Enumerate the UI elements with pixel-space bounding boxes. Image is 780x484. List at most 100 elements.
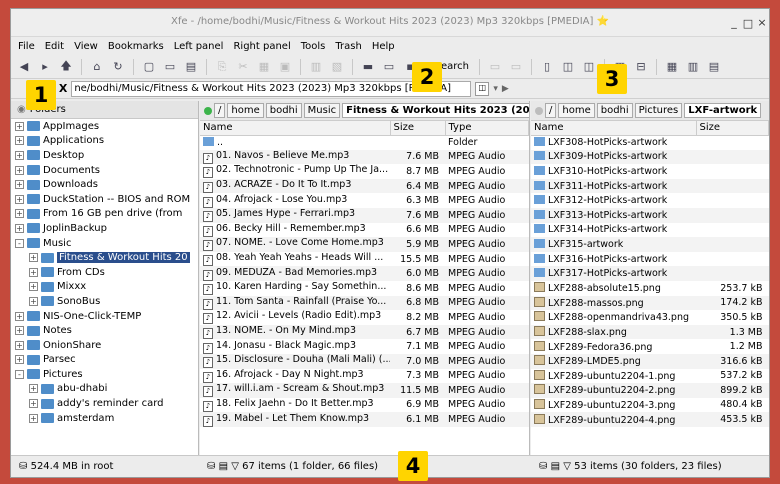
- expand-icon[interactable]: +: [29, 253, 38, 263]
- expand-icon[interactable]: +: [15, 340, 24, 350]
- table-row[interactable]: ♪ 06. Becky Hill - Remember.mp3 6.6 MB MPEG…: [200, 223, 529, 238]
- expand-icon[interactable]: +: [15, 223, 24, 233]
- tree-item[interactable]: + Documents: [11, 163, 198, 178]
- expand-icon[interactable]: +: [15, 194, 24, 204]
- table-row[interactable]: ♪ 15. Disclosure - Douha (Mali Mali) (...…: [200, 353, 529, 369]
- menu-tools[interactable]: Tools: [296, 41, 331, 52]
- close-button[interactable]: ×: [755, 16, 769, 29]
- tree-item[interactable]: + NIS-One-Click-TEMP: [11, 309, 198, 324]
- tree-item[interactable]: + Mixxx: [11, 280, 198, 295]
- table-row[interactable]: ♪ 14. Jonasu - Black Magic.mp3 7.1 MB MPEG …: [200, 339, 529, 354]
- table-row[interactable]: LXF311-HotPicks-artwork: [531, 178, 769, 194]
- menu-bookmarks[interactable]: Bookmarks: [103, 41, 169, 52]
- table-row[interactable]: ♪ 08. Yeah Yeah Yeahs - Heads Will ... 15.…: [200, 252, 529, 267]
- table-row[interactable]: LXF288-openmandriva43.png 350.5 kB: [531, 310, 769, 325]
- expand-icon[interactable]: +: [15, 136, 24, 146]
- history-icon[interactable]: ◫: [475, 81, 490, 96]
- forward-icon[interactable]: ▸: [36, 58, 54, 76]
- two-panel-icon[interactable]: ◫: [580, 58, 598, 76]
- collapse-icon[interactable]: -: [15, 238, 24, 248]
- tree-item[interactable]: + Parsec: [11, 353, 198, 368]
- tree-item[interactable]: + abu-dhabi: [11, 382, 198, 397]
- expand-icon[interactable]: +: [29, 282, 38, 292]
- breadcrumb-item[interactable]: Pictures: [634, 103, 683, 118]
- menu-trash[interactable]: Trash: [330, 41, 366, 52]
- menu-help[interactable]: Help: [367, 41, 400, 52]
- expand-icon[interactable]: +: [15, 355, 24, 365]
- column-size[interactable]: Size: [696, 121, 769, 136]
- table-row[interactable]: ♪ 18. Felix Jaehn - Do It Better.mp3 6.9 M…: [200, 398, 529, 413]
- table-row[interactable]: LXF317-HotPicks-artwork: [531, 266, 769, 281]
- table-row[interactable]: ♪ 04. Afrojack - Lose You.mp3 6.3 MB MPEG A…: [200, 193, 529, 208]
- tree-item[interactable]: + Notes: [11, 323, 198, 338]
- column-name[interactable]: Name: [531, 121, 697, 136]
- horizontal-panels-icon[interactable]: ⊟: [632, 58, 650, 76]
- expand-icon[interactable]: +: [29, 384, 38, 394]
- table-row[interactable]: LXF310-HotPicks-artwork: [531, 164, 769, 179]
- table-row[interactable]: ♪ 03. ACRAZE - Do It To It.mp3 6.4 MB MPEG …: [200, 178, 529, 194]
- table-row[interactable]: ♪ 07. NOME. - Love Come Home.mp3 5.9 MB MPE…: [200, 237, 529, 252]
- menu-file[interactable]: File: [13, 41, 40, 52]
- expand-icon[interactable]: +: [15, 165, 24, 175]
- table-row[interactable]: LXF313-HotPicks-artwork: [531, 207, 769, 223]
- table-row[interactable]: LXF289-ubuntu2204-2.png 899.2 kB: [531, 383, 769, 398]
- expand-icon[interactable]: +: [15, 150, 24, 160]
- column-size[interactable]: Size: [390, 121, 446, 136]
- mount-icon[interactable]: ▭: [507, 58, 525, 76]
- history-dropdown-icon[interactable]: ▾: [493, 84, 498, 94]
- expand-icon[interactable]: +: [15, 326, 24, 336]
- paste-icon[interactable]: ▦: [255, 58, 273, 76]
- tree-item[interactable]: + amsterdam: [11, 411, 198, 426]
- table-row[interactable]: LXF289-ubuntu2204-1.png 537.2 kB: [531, 369, 769, 384]
- filter-icon[interactable]: ▽: [563, 461, 571, 472]
- table-row[interactable]: LXF289-ubuntu2204-3.png 480.4 kB: [531, 398, 769, 413]
- drive-icon[interactable]: ▭: [486, 58, 504, 76]
- tree-item[interactable]: + Applications: [11, 134, 198, 149]
- delete-icon[interactable]: ▧: [328, 58, 346, 76]
- table-row[interactable]: LXF308-HotPicks-artwork: [531, 135, 769, 150]
- breadcrumb-item[interactable]: home: [227, 103, 264, 118]
- expand-icon[interactable]: +: [29, 296, 38, 306]
- table-row[interactable]: ♪ 11. Tom Santa - Rainfall (Praise Yo... 6…: [200, 295, 529, 311]
- column-type[interactable]: Type: [445, 121, 529, 136]
- big-icons-icon[interactable]: ▦: [663, 58, 681, 76]
- rename-icon[interactable]: ▣: [276, 58, 294, 76]
- breadcrumb-item[interactable]: home: [558, 103, 595, 118]
- table-row[interactable]: ♪ 05. James Hype - Ferrari.mp3 7.6 MB MPEG …: [200, 207, 529, 223]
- go-icon[interactable]: ▶: [502, 84, 509, 94]
- table-row[interactable]: LXF312-HotPicks-artwork: [531, 193, 769, 208]
- table-row[interactable]: LXF288-massos.png 174.2 kB: [531, 295, 769, 311]
- properties-icon[interactable]: ▤: [182, 58, 200, 76]
- expand-icon[interactable]: +: [15, 311, 24, 321]
- tree-item[interactable]: - Music: [11, 236, 198, 251]
- table-row[interactable]: .. Folder: [200, 135, 529, 150]
- table-row[interactable]: LXF316-HotPicks-artwork: [531, 252, 769, 267]
- refresh-icon[interactable]: ↻: [109, 58, 127, 76]
- menu-right-panel[interactable]: Right panel: [228, 41, 295, 52]
- expand-icon[interactable]: +: [29, 399, 38, 409]
- filter-icon[interactable]: ▽: [231, 461, 239, 472]
- up-icon[interactable]: 🡅: [57, 58, 75, 76]
- table-row[interactable]: LXF314-HotPicks-artwork: [531, 223, 769, 238]
- table-row[interactable]: ♪ 13. NOME. - On My Mind.mp3 6.7 MB MPEG Au…: [200, 324, 529, 340]
- home-icon[interactable]: ⌂: [88, 58, 106, 76]
- terminal-icon[interactable]: ▬: [359, 58, 377, 76]
- table-row[interactable]: ♪ 10. Karen Harding - Say Somethin... 8.6 …: [200, 281, 529, 296]
- breadcrumb-item[interactable]: bodhi: [265, 103, 302, 118]
- expand-icon[interactable]: +: [29, 413, 38, 423]
- column-name[interactable]: Name: [200, 121, 391, 136]
- breadcrumb-item[interactable]: Music: [303, 103, 341, 118]
- tree-item[interactable]: + Downloads: [11, 177, 198, 192]
- breadcrumb-item[interactable]: bodhi: [596, 103, 633, 118]
- breadcrumb-item[interactable]: Fitness & Workout Hits 2023 (20: [342, 103, 529, 118]
- tree-item[interactable]: + addy's reminder card: [11, 396, 198, 411]
- table-row[interactable]: LXF289-Fedora36.png 1.2 MB: [531, 339, 769, 354]
- table-row[interactable]: ♪ 01. Navos - Believe Me.mp3 7.6 MB MPEG Au…: [200, 149, 529, 165]
- tree-item[interactable]: + DuckStation -- BIOS and ROM: [11, 192, 198, 207]
- tree-item[interactable]: + JoplinBackup: [11, 221, 198, 236]
- table-row[interactable]: LXF289-ubuntu2204-4.png 453.5 kB: [531, 412, 769, 427]
- menu-view[interactable]: View: [69, 41, 103, 52]
- tree-item[interactable]: + From CDs: [11, 265, 198, 280]
- table-row[interactable]: ♪ 19. Mabel - Let Them Know.mp3 6.1 MB MPEG…: [200, 412, 529, 427]
- table-row[interactable]: ♪ 09. MEDUZA - Bad Memories.mp3 6.0 MB MPEG…: [200, 266, 529, 281]
